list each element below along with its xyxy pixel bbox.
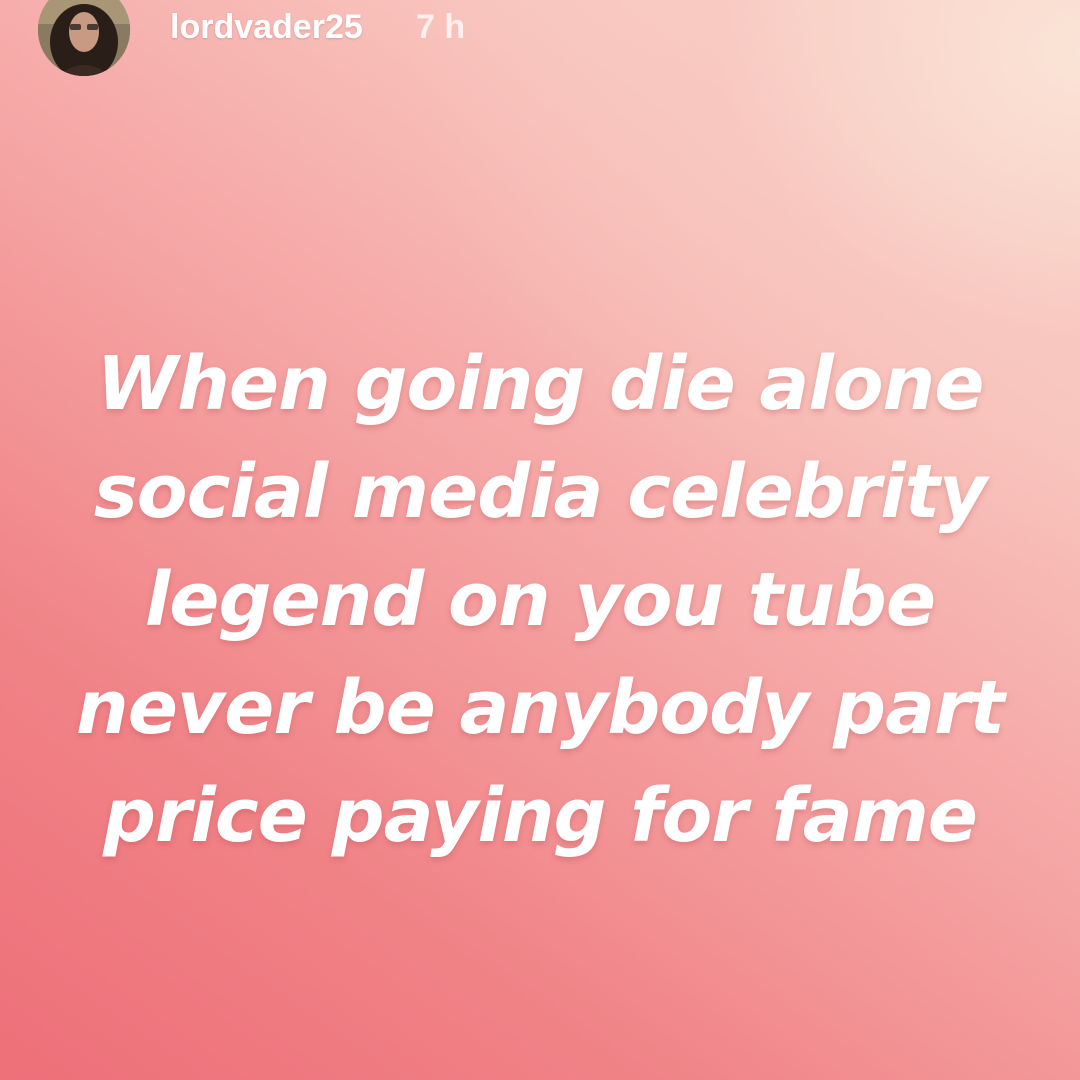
story-text-line: legend on you tube <box>144 557 936 643</box>
story-text-line: never be anybody part <box>76 665 1005 751</box>
post-timestamp: 7 h <box>416 8 466 46</box>
story-text-line: social media celebrity <box>93 449 988 535</box>
profile-avatar[interactable] <box>38 0 130 76</box>
story-text-line: price paying for fame <box>102 773 978 859</box>
story-text: When going die alone social media celebr… <box>40 330 1040 870</box>
avatar-image <box>38 0 130 76</box>
username[interactable]: lordvader25 <box>170 8 363 47</box>
story-view[interactable]: lordvader25 7 h When going die alone soc… <box>0 0 1080 1080</box>
story-text-line: When going die alone <box>96 341 985 427</box>
